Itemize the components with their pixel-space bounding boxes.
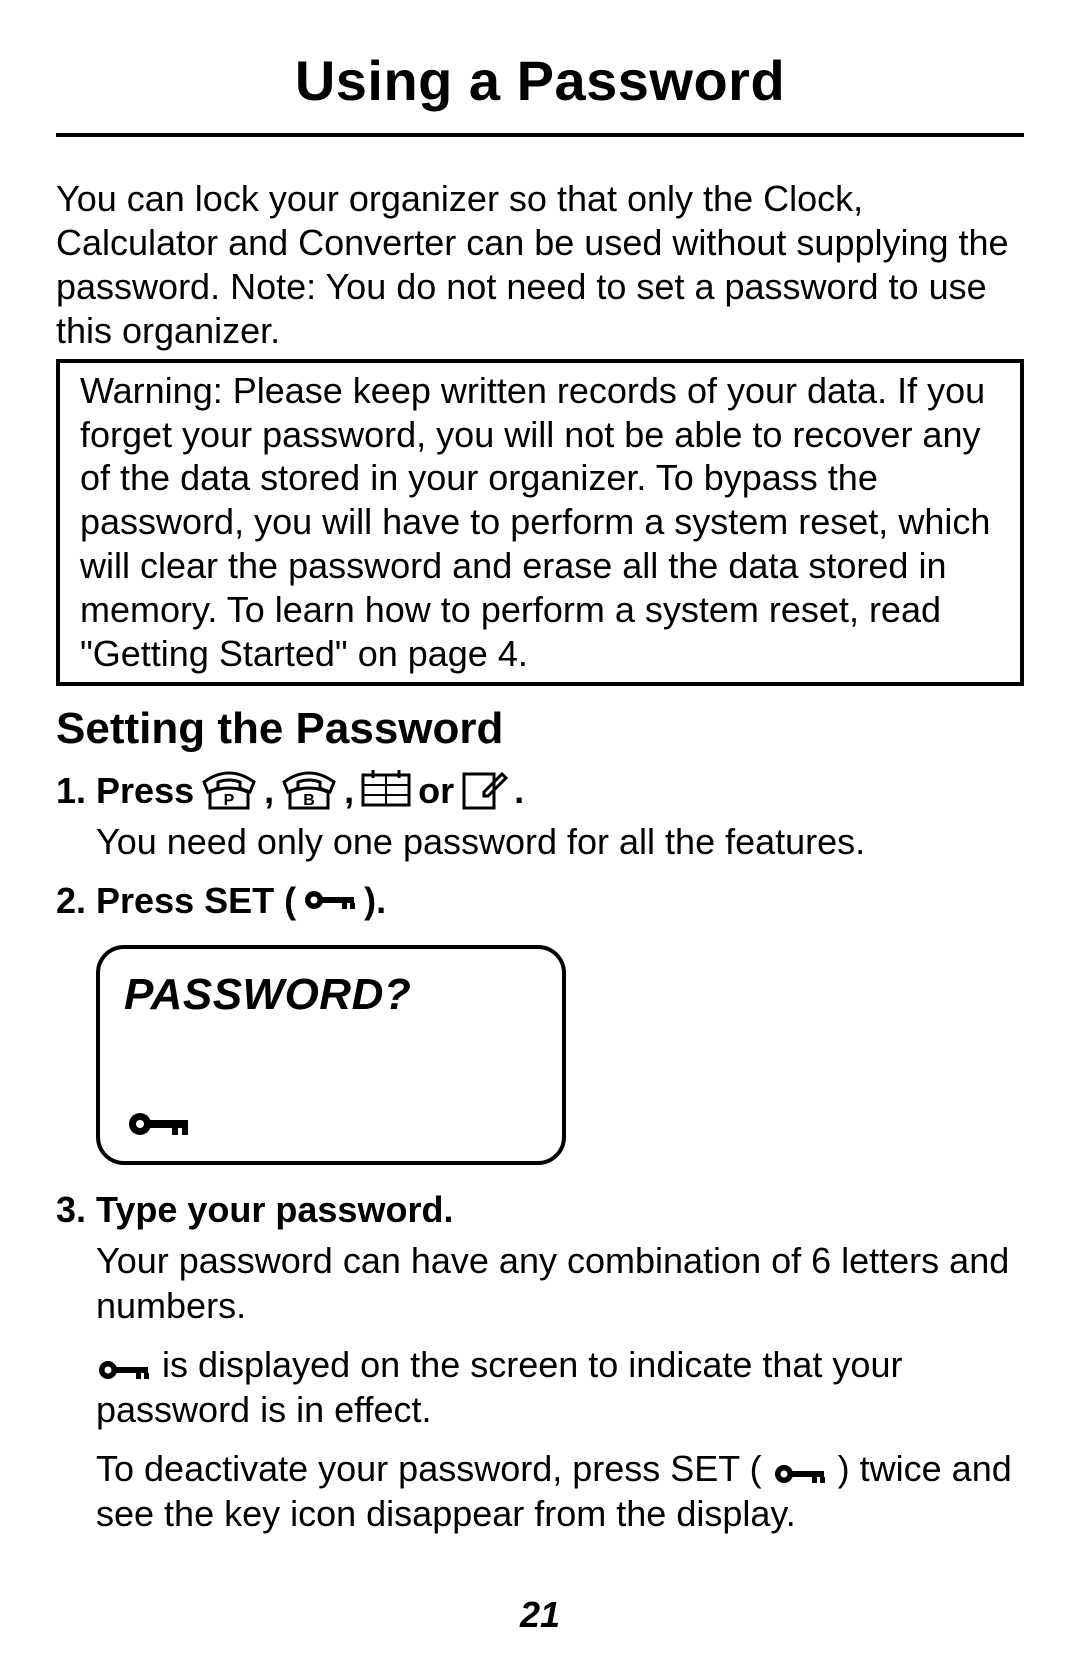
lcd-display: PASSWORD?	[96, 945, 566, 1165]
warning-box: Warning: Please keep written records of …	[56, 359, 1024, 686]
svg-text:B: B	[303, 792, 315, 809]
step-1-prefix: 1. Press	[56, 768, 194, 813]
schedule-icon	[360, 770, 412, 810]
key-icon	[96, 1344, 162, 1385]
step-2-prefix: 2. Press SET (	[56, 878, 296, 923]
step-3-body-1: Your password can have any combination o…	[96, 1238, 1024, 1328]
separator: ,	[344, 768, 354, 813]
svg-text:P: P	[224, 792, 235, 809]
step-1-end: .	[514, 768, 524, 813]
key-icon	[762, 1448, 838, 1489]
step-2-suffix: ).	[364, 878, 386, 923]
phone-p-icon: P	[200, 768, 258, 812]
step-3-body-3: To deactivate your password, press SET (…	[96, 1446, 1024, 1536]
memo-icon	[460, 768, 508, 812]
separator: ,	[264, 768, 274, 813]
page-number: 21	[0, 1594, 1080, 1636]
manual-page: Using a Password You can lock your organ…	[0, 0, 1080, 1660]
phone-b-icon: B	[280, 768, 338, 812]
page-title: Using a Password	[56, 48, 1024, 137]
display-prompt: PASSWORD?	[124, 967, 538, 1022]
or-word: or	[418, 768, 454, 813]
step-1-line: 1. Press P , B ,	[56, 768, 1024, 813]
step-3-body-2-text: is displayed on the screen to indicate t…	[96, 1344, 902, 1430]
key-icon	[126, 1109, 192, 1139]
intro-paragraph: You can lock your organizer so that only…	[56, 177, 1024, 353]
step-3-line: 3. Type your password.	[56, 1187, 1024, 1232]
steps-container: 1. Press P , B ,	[56, 768, 1024, 1536]
section-heading: Setting the Password	[56, 704, 1024, 754]
key-icon	[302, 887, 358, 913]
step-3-body-3-a: To deactivate your password, press SET (	[96, 1448, 762, 1489]
step-3-body-2: is displayed on the screen to indicate t…	[96, 1342, 1024, 1432]
step-2-line: 2. Press SET ( ).	[56, 878, 1024, 923]
step-1-body: You need only one password for all the f…	[96, 819, 1024, 864]
